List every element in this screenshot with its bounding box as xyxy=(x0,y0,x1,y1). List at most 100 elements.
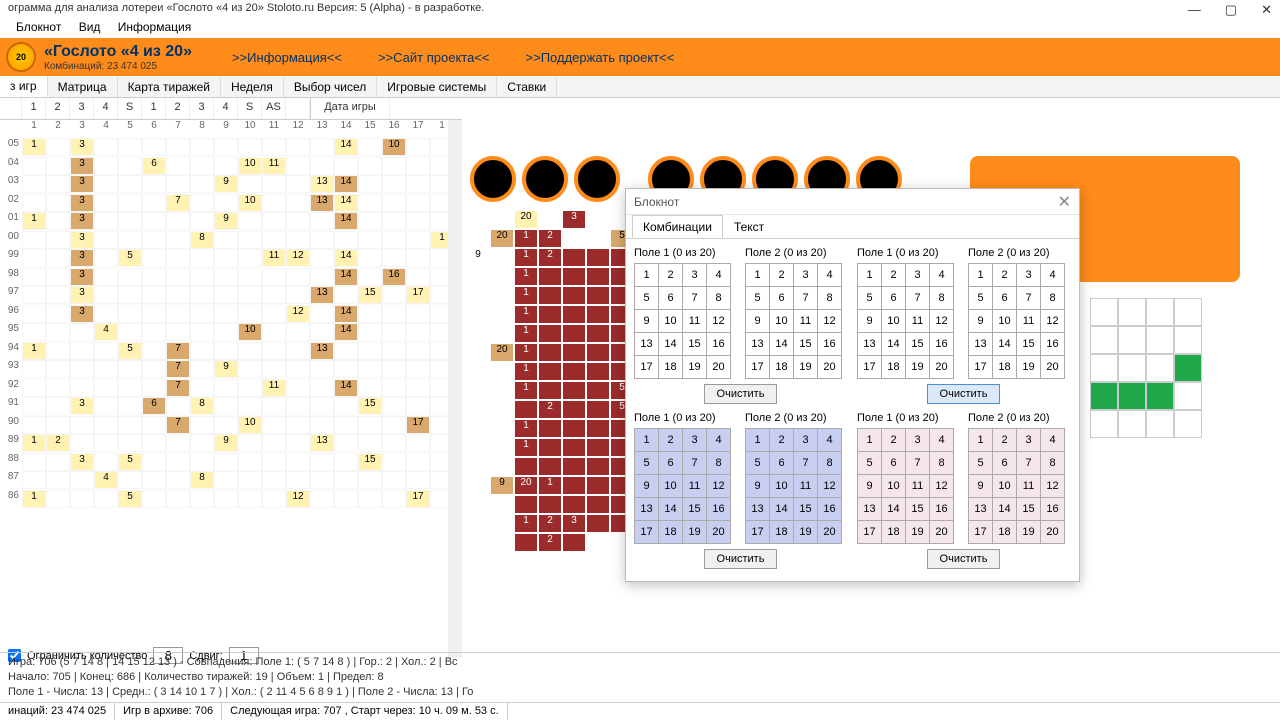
grid-cell[interactable] xyxy=(22,360,46,378)
grid-cell[interactable] xyxy=(22,286,46,304)
number-cell[interactable]: 6 xyxy=(658,286,683,310)
grid-cell[interactable] xyxy=(262,323,286,341)
number-cell[interactable]: 10 xyxy=(881,474,906,498)
grid-cell[interactable]: 11 xyxy=(262,157,286,175)
grid-cell[interactable]: 13 xyxy=(310,175,334,193)
grid-cell[interactable] xyxy=(286,434,310,452)
link-info[interactable]: >>Информация<< xyxy=(232,50,342,65)
tab-map[interactable]: Карта тиражей xyxy=(118,77,221,97)
grid-cell[interactable] xyxy=(94,286,118,304)
grid-cell[interactable] xyxy=(94,194,118,212)
grid-cell[interactable] xyxy=(286,379,310,397)
grid-cell[interactable]: 14 xyxy=(334,305,358,323)
number-cell[interactable]: 8 xyxy=(1040,451,1065,475)
grid-cell[interactable]: 6 xyxy=(142,157,166,175)
grid-cell[interactable] xyxy=(166,490,190,508)
grid-cell[interactable] xyxy=(238,138,262,156)
grid-cell[interactable] xyxy=(238,305,262,323)
grid-cell[interactable] xyxy=(238,249,262,267)
grid-cell[interactable] xyxy=(118,231,142,249)
number-cell[interactable]: 19 xyxy=(905,355,930,379)
number-cell[interactable]: 11 xyxy=(682,309,707,333)
number-cell[interactable]: 2 xyxy=(769,263,794,287)
grid-cell[interactable] xyxy=(22,323,46,341)
grid-cell[interactable] xyxy=(382,434,406,452)
number-cell[interactable]: 1 xyxy=(968,428,993,452)
grid-cell[interactable] xyxy=(46,212,70,230)
number-cell[interactable]: 16 xyxy=(929,497,954,521)
grid-cell[interactable]: 11 xyxy=(262,379,286,397)
number-cell[interactable]: 13 xyxy=(745,497,770,521)
grid-cell[interactable] xyxy=(310,453,334,471)
grid-cell[interactable]: 1 xyxy=(22,212,46,230)
grid-cell[interactable] xyxy=(46,305,70,323)
grid-cell[interactable] xyxy=(190,268,214,286)
grid-cell[interactable]: 3 xyxy=(70,138,94,156)
grid-cell[interactable] xyxy=(46,194,70,212)
grid-cell[interactable] xyxy=(406,434,430,452)
grid-cell[interactable] xyxy=(118,268,142,286)
number-cell[interactable]: 12 xyxy=(817,309,842,333)
menu-notepad[interactable]: Блокнот xyxy=(16,20,61,34)
clear-button[interactable]: Очистить xyxy=(704,384,778,404)
number-cell[interactable]: 15 xyxy=(793,332,818,356)
tab-systems[interactable]: Игровые системы xyxy=(377,77,497,97)
grid-cell[interactable]: 13 xyxy=(310,194,334,212)
grid-cell[interactable] xyxy=(190,323,214,341)
grid-cell[interactable] xyxy=(190,175,214,193)
grid-cell[interactable] xyxy=(94,453,118,471)
number-cell[interactable]: 9 xyxy=(857,309,882,333)
grid-cell[interactable] xyxy=(334,471,358,489)
number-cell[interactable]: 5 xyxy=(857,286,882,310)
grid-cell[interactable] xyxy=(142,249,166,267)
number-cell[interactable]: 5 xyxy=(745,286,770,310)
number-cell[interactable]: 7 xyxy=(793,286,818,310)
grid-cell[interactable] xyxy=(238,379,262,397)
grid-cell[interactable] xyxy=(214,490,238,508)
grid-cell[interactable] xyxy=(214,379,238,397)
grid-cell[interactable] xyxy=(358,249,382,267)
grid-cell[interactable] xyxy=(142,453,166,471)
grid-cell[interactable]: 9 xyxy=(214,212,238,230)
grid-cell[interactable] xyxy=(142,231,166,249)
grid-cell[interactable] xyxy=(262,194,286,212)
grid-cell[interactable] xyxy=(358,138,382,156)
grid-cell[interactable] xyxy=(286,157,310,175)
grid-cell[interactable]: 3 xyxy=(70,286,94,304)
grid-cell[interactable] xyxy=(286,286,310,304)
grid-cell[interactable] xyxy=(334,157,358,175)
grid-cell[interactable] xyxy=(262,138,286,156)
number-cell[interactable]: 4 xyxy=(817,428,842,452)
grid-cell[interactable] xyxy=(142,416,166,434)
grid-cell[interactable]: 14 xyxy=(334,249,358,267)
grid-cell[interactable] xyxy=(46,286,70,304)
grid-cell[interactable]: 15 xyxy=(358,397,382,415)
dialog-close-icon[interactable]: ✕ xyxy=(1058,192,1071,212)
grid-cell[interactable] xyxy=(166,305,190,323)
number-cell[interactable]: 11 xyxy=(905,474,930,498)
grid-cell[interactable]: 13 xyxy=(310,434,334,452)
number-cell[interactable]: 1 xyxy=(745,263,770,287)
grid-cell[interactable] xyxy=(46,490,70,508)
grid-cell[interactable] xyxy=(22,231,46,249)
grid-cell[interactable] xyxy=(334,342,358,360)
grid-cell[interactable] xyxy=(382,453,406,471)
number-cell[interactable]: 17 xyxy=(745,520,770,544)
grid-cell[interactable] xyxy=(70,416,94,434)
grid-cell[interactable] xyxy=(94,434,118,452)
clear-button[interactable]: Очистить xyxy=(927,384,1001,404)
number-cell[interactable]: 17 xyxy=(857,355,882,379)
grid-cell[interactable] xyxy=(406,323,430,341)
number-cell[interactable]: 17 xyxy=(634,520,659,544)
tab-week[interactable]: Неделя xyxy=(221,77,284,97)
grid-cell[interactable] xyxy=(94,212,118,230)
number-cell[interactable]: 16 xyxy=(706,497,731,521)
grid-cell[interactable] xyxy=(22,379,46,397)
grid-cell[interactable] xyxy=(406,379,430,397)
grid-cell[interactable]: 1 xyxy=(22,434,46,452)
scrollbar-v[interactable] xyxy=(448,120,462,658)
grid-cell[interactable] xyxy=(286,453,310,471)
number-cell[interactable]: 5 xyxy=(634,451,659,475)
grid-cell[interactable] xyxy=(166,453,190,471)
grid-cell[interactable]: 11 xyxy=(262,249,286,267)
